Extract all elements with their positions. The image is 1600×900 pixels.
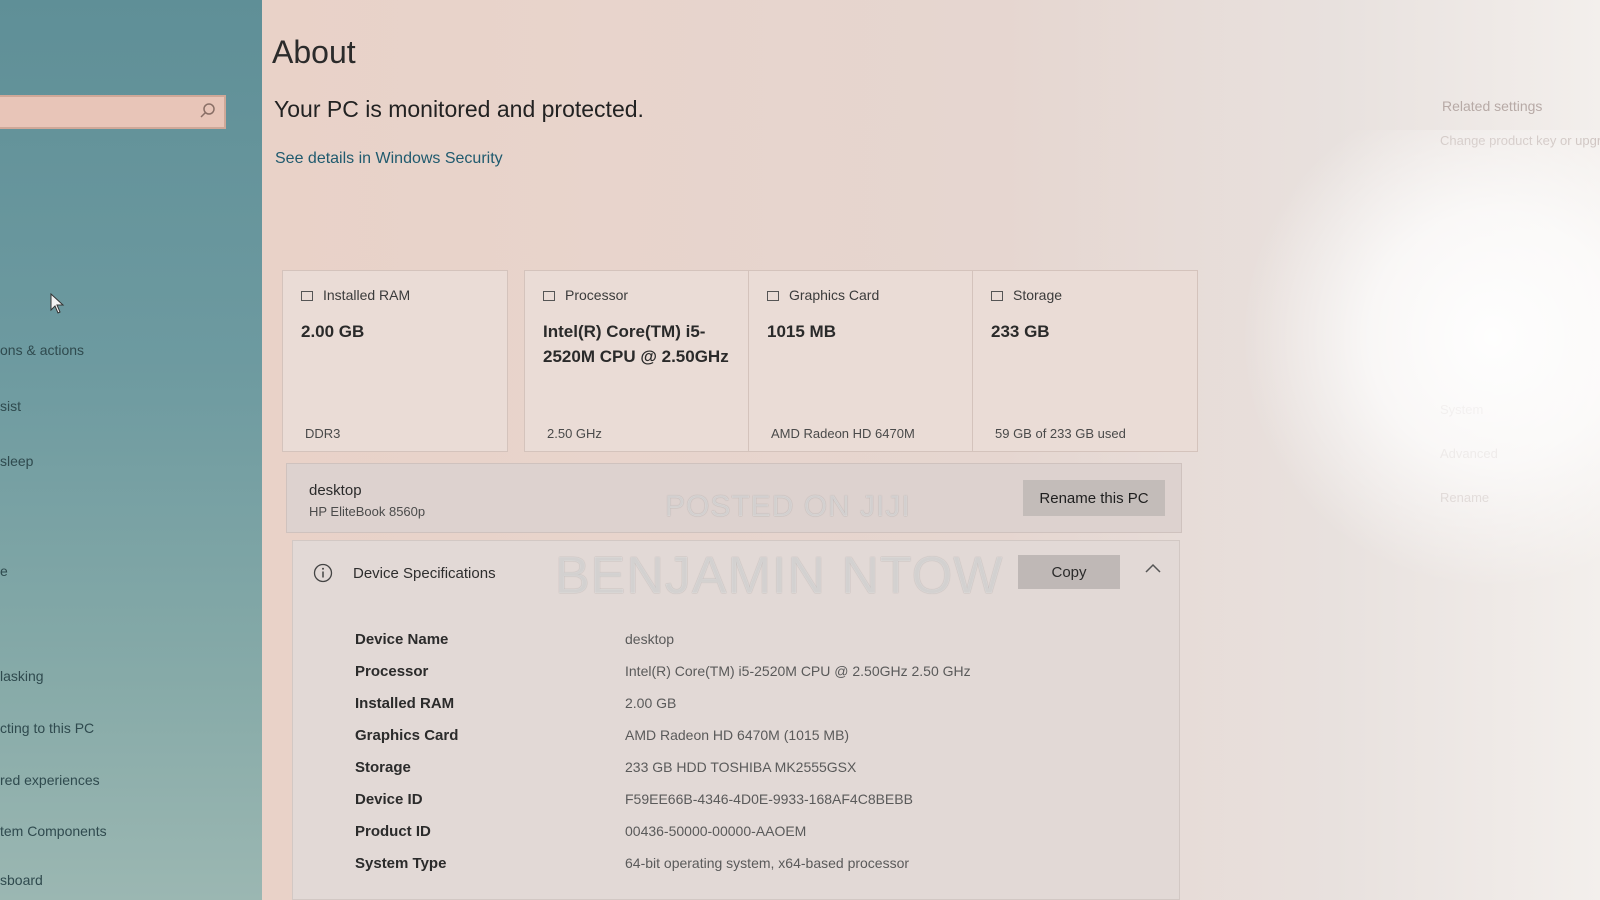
related-settings-title: Related settings	[1442, 98, 1543, 114]
nav-item-system-components[interactable]: tem Components	[0, 823, 107, 839]
spec-value: AMD Radeon HD 6470M (1015 MB)	[625, 727, 850, 743]
rename-pc-button[interactable]: Rename this PC	[1023, 480, 1165, 516]
related-link-rename[interactable]: Rename	[1440, 490, 1489, 505]
nav-item-shared-experiences[interactable]: red experiences	[0, 772, 100, 788]
nav-item-notifications-actions[interactable]: ons & actions	[0, 342, 84, 358]
spec-row-installed-ram: Installed RAM 2.00 GB	[293, 695, 1179, 725]
related-link-advanced[interactable]: Advanced	[1440, 446, 1498, 461]
spec-row-graphics-card: Graphics Card AMD Radeon HD 6470M (1015 …	[293, 727, 1179, 757]
page-title: About	[272, 34, 356, 70]
card-label: Installed RAM	[323, 287, 411, 303]
navigation-pane: ons & actions sist sleep e lasking cting…	[0, 0, 262, 900]
card-sub: AMD Radeon HD 6470M	[771, 426, 915, 441]
spec-label: System Type	[355, 855, 447, 872]
memory-icon	[301, 291, 313, 302]
device-specifications-header[interactable]: Device Specifications Copy	[293, 541, 1179, 605]
mouse-cursor-icon	[50, 293, 65, 314]
card-head: Graphics Card	[767, 287, 879, 303]
spec-label: Product ID	[355, 823, 431, 840]
spec-row-device-name: Device Name desktop	[293, 631, 1179, 661]
card-value: 1015 MB	[767, 322, 836, 341]
pc-name: desktop	[309, 482, 362, 499]
card-label: Graphics Card	[789, 287, 880, 303]
spec-label: Device Name	[355, 631, 449, 648]
nav-item-clipboard[interactable]: sboard	[0, 872, 43, 888]
nav-item-focus-assist[interactable]: sist	[0, 398, 21, 414]
spec-row-product-id: Product ID 00436-50000-00000-AAOEM	[293, 823, 1179, 853]
card-head: Storage	[991, 287, 1062, 303]
device-specifications-panel: Device Specifications Copy Device Name d…	[292, 540, 1180, 900]
copy-button[interactable]: Copy	[1018, 555, 1120, 589]
spec-label: Processor	[355, 663, 429, 680]
spec-row-processor: Processor Intel(R) Core(TM) i5-2520M CPU…	[293, 663, 1179, 693]
spec-value: 64-bit operating system, x64-based proce…	[625, 855, 910, 871]
card-head: Processor	[543, 287, 628, 303]
card-processor: Processor Intel(R) Core(TM) i5-2520M CPU…	[524, 270, 750, 452]
spec-value: 00436-50000-00000-AAOEM	[625, 823, 807, 839]
card-sub: 2.50 GHz	[547, 426, 602, 441]
info-icon	[313, 563, 333, 583]
settings-search-box[interactable]	[0, 95, 226, 129]
nav-item-projecting-to-this-pc[interactable]: cting to this PC	[0, 720, 94, 736]
protection-status: Your PC is monitored and protected.	[274, 96, 644, 122]
spec-label: Device ID	[355, 791, 423, 808]
search-icon[interactable]	[199, 102, 217, 120]
card-sub: 59 GB of 233 GB used	[995, 426, 1126, 441]
card-installed-ram: Installed RAM 2.00 GB DDR3	[282, 270, 508, 452]
spec-value: F59EE66B-4346-4D0E-9933-168AF4C8BEBB	[625, 791, 913, 807]
nav-item-power-sleep[interactable]: sleep	[0, 453, 33, 469]
graphics-card-icon	[767, 291, 779, 302]
card-label: Storage	[1013, 287, 1063, 303]
pc-name-panel: desktop HP EliteBook 8560p Rename this P…	[286, 463, 1182, 533]
card-value: Intel(R) Core(TM) i5-2520M CPU @ 2.50GHz	[543, 322, 729, 366]
card-sub: DDR3	[305, 426, 341, 441]
spec-value: 233 GB HDD TOSHIBA MK2555GSX	[625, 759, 857, 775]
related-link-system[interactable]: System	[1440, 402, 1483, 417]
spec-value: desktop	[625, 631, 675, 647]
spec-label: Graphics Card	[355, 727, 459, 744]
storage-icon	[991, 291, 1003, 302]
card-storage: Storage 233 GB 59 GB of 233 GB used	[972, 270, 1198, 452]
spec-value: Intel(R) Core(TM) i5-2520M CPU @ 2.50GHz…	[625, 663, 971, 679]
card-value: 233 GB	[991, 322, 1050, 341]
spec-label: Storage	[355, 759, 411, 776]
card-label: Processor	[565, 287, 629, 303]
pc-model: HP EliteBook 8560p	[309, 504, 426, 519]
processor-icon	[543, 291, 555, 302]
card-graphics: Graphics Card 1015 MB AMD Radeon HD 6470…	[748, 270, 974, 452]
spec-row-system-type: System Type 64-bit operating system, x64…	[293, 855, 1179, 885]
chevron-up-icon[interactable]	[1145, 563, 1161, 573]
nav-item-multitasking[interactable]: lasking	[0, 668, 44, 684]
spec-label: Installed RAM	[355, 695, 455, 712]
about-page: About Your PC is monitored and protected…	[262, 0, 1600, 900]
spec-row-device-id: Device ID F59EE66B-4346-4D0E-9933-168AF4…	[293, 791, 1179, 821]
nav-item-storage[interactable]: e	[0, 563, 8, 579]
spec-value: 2.00 GB	[625, 695, 677, 711]
device-specifications-title: Device Specifications	[353, 565, 496, 582]
settings-search-input[interactable]	[0, 97, 204, 127]
related-link-product-key[interactable]: Change product key or upgrade	[1440, 133, 1600, 148]
spec-row-storage: Storage 233 GB HDD TOSHIBA MK2555GSX	[293, 759, 1179, 789]
card-value: 2.00 GB	[301, 322, 365, 341]
card-head: Installed RAM	[301, 287, 410, 303]
windows-security-link[interactable]: See details in Windows Security	[275, 150, 503, 168]
